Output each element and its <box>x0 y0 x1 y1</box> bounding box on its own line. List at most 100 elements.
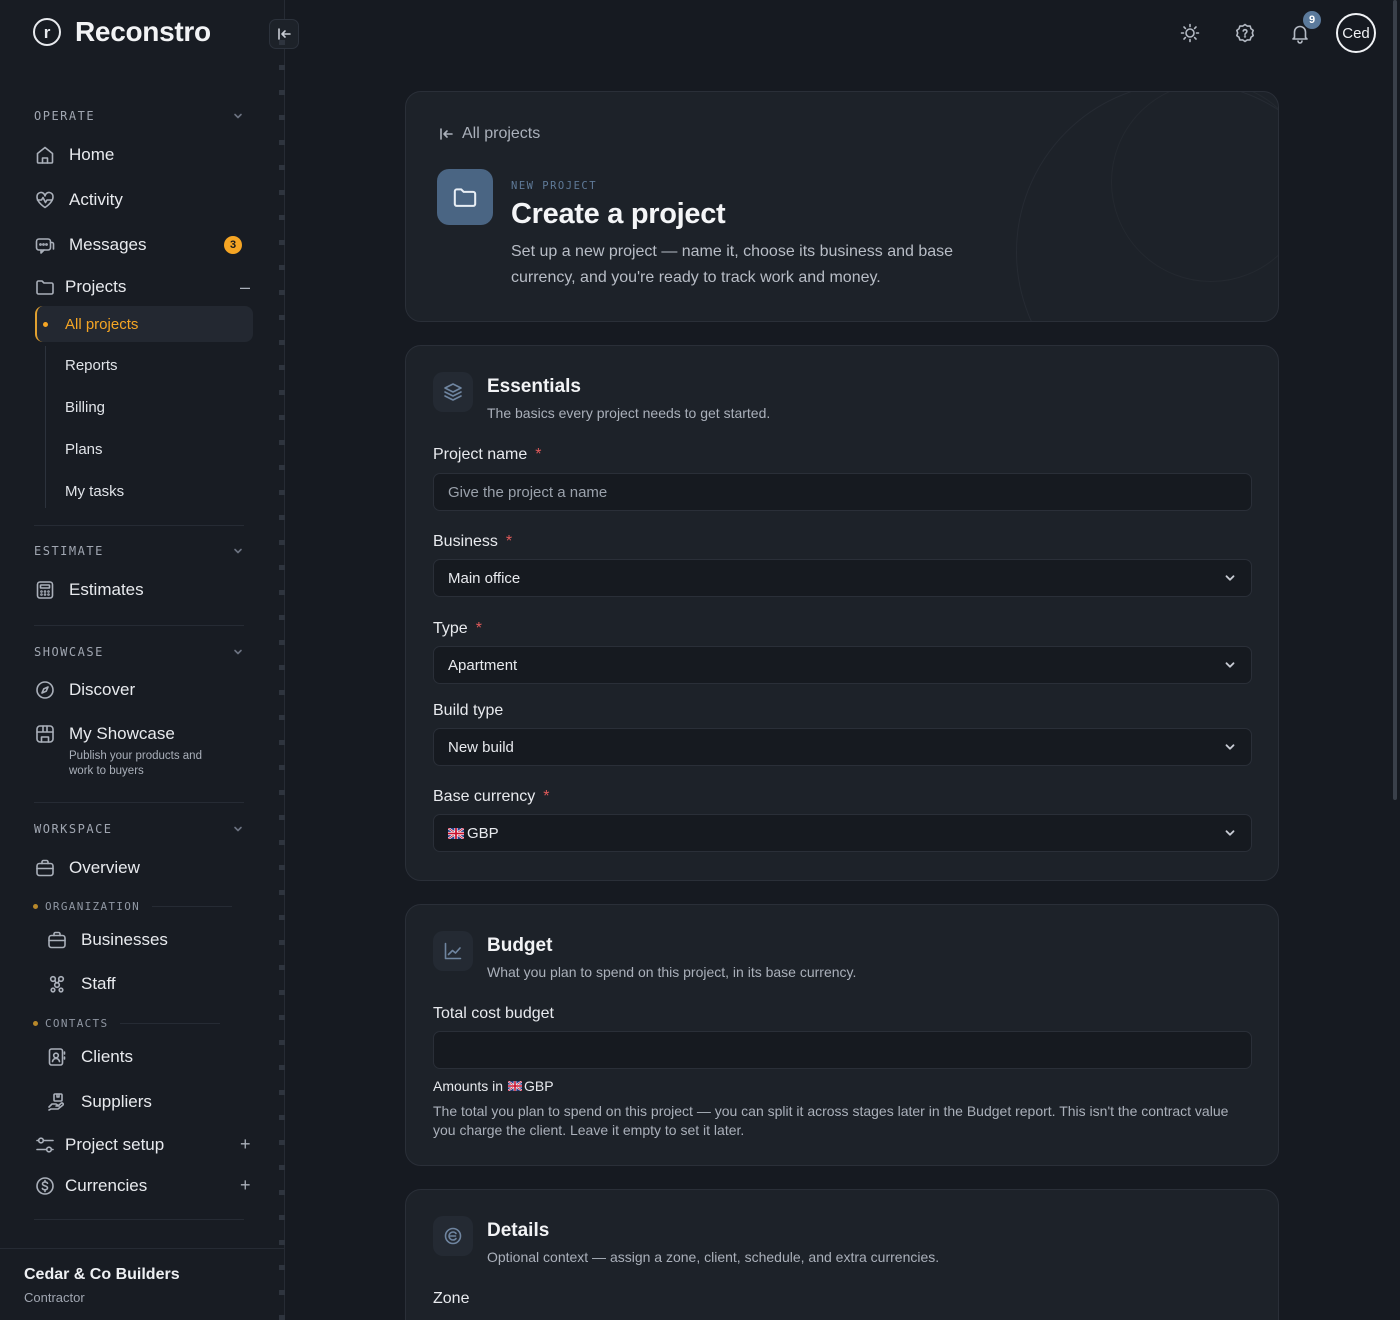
total-cost-budget-input[interactable] <box>448 1032 1251 1068</box>
base-currency-label-text: Base currency <box>433 788 536 805</box>
nav-plans[interactable]: Plans <box>65 441 103 458</box>
type-label-text: Type <box>433 620 468 637</box>
nav-billing[interactable]: Billing <box>65 399 105 416</box>
nav-staff-label: Staff <box>81 974 116 993</box>
nav-activity-label: Activity <box>69 190 123 209</box>
brand[interactable]: r Reconstro <box>33 16 211 48</box>
briefcase-icon <box>48 931 66 949</box>
required-marker: * <box>505 533 513 550</box>
settings-sliders-icon <box>36 1137 54 1153</box>
section-operate[interactable]: OPERATE <box>34 109 244 123</box>
chevron-down-icon <box>1225 830 1235 836</box>
nav-businesses[interactable]: Businesses <box>46 929 168 951</box>
group-dot <box>33 1021 38 1026</box>
business-select[interactable]: Main office <box>433 559 1252 597</box>
budget-title: Budget <box>487 935 553 956</box>
sidebar-resize-handle[interactable] <box>279 40 285 1320</box>
nav-reports[interactable]: Reports <box>65 357 118 374</box>
page-scrollbar[interactable] <box>1393 0 1397 800</box>
essentials-card: Essentials The basics every project need… <box>405 345 1279 881</box>
business-label: Business * <box>433 533 512 551</box>
projects-collapse-toggle[interactable]: – <box>240 277 250 298</box>
section-operate-label: OPERATE <box>34 109 96 123</box>
my-showcase-description: Publish your products and work to buyers <box>69 750 202 777</box>
section-showcase-label: SHOWCASE <box>34 645 104 659</box>
details-card: Details Optional context — assign a zone… <box>405 1189 1279 1320</box>
compass-icon <box>36 681 54 699</box>
divider <box>34 625 244 626</box>
required-marker: * <box>535 446 542 463</box>
type-select[interactable]: Apartment <box>433 646 1252 684</box>
back-to-all-projects-link[interactable]: All projects <box>438 125 540 143</box>
section-estimate-label: ESTIMATE <box>34 544 104 558</box>
currencies-expand-toggle[interactable]: + <box>240 1175 251 1196</box>
build-type-select[interactable]: New build <box>433 728 1252 766</box>
help-button[interactable] <box>1234 22 1256 44</box>
project-name-label-text: Project name <box>433 446 528 463</box>
layers-icon <box>433 372 473 412</box>
nav-estimates-label: Estimates <box>69 580 144 599</box>
required-marker: * <box>475 620 482 637</box>
nav-overview[interactable]: Overview <box>34 857 140 879</box>
sun-icon <box>1180 23 1200 43</box>
total-cost-budget-field[interactable] <box>433 1031 1252 1069</box>
nav-staff[interactable]: Staff <box>46 973 116 995</box>
contacts-group-label: CONTACTS <box>45 1017 109 1030</box>
project-name-input[interactable] <box>448 474 1251 510</box>
org-name: Cedar & Co Builders <box>24 1266 180 1283</box>
contact-card-icon <box>48 1048 66 1066</box>
notifications-count-badge: 9 <box>1303 11 1321 29</box>
nav-projects[interactable]: Projects <box>34 276 126 298</box>
divider <box>34 802 244 803</box>
details-title: Details <box>487 1220 550 1241</box>
section-workspace-label: WORKSPACE <box>34 822 113 836</box>
avatar[interactable]: Ced <box>1336 13 1376 53</box>
nav-project-setup[interactable]: Project setup <box>34 1134 164 1156</box>
messages-count-badge: 3 <box>224 236 242 254</box>
briefcase-icon <box>36 859 54 877</box>
nav-all-projects[interactable]: All projects <box>35 306 253 342</box>
project-setup-expand-toggle[interactable]: + <box>240 1134 251 1155</box>
back-arrow-icon <box>440 128 453 140</box>
folder-icon <box>453 188 477 207</box>
type-value: Apartment <box>448 656 518 674</box>
nav-estimates[interactable]: Estimates <box>34 579 144 601</box>
nav-discover[interactable]: Discover <box>34 679 135 701</box>
business-label-text: Business <box>433 533 498 550</box>
logo-icon: r <box>33 18 61 46</box>
nav-home[interactable]: Home <box>34 144 114 166</box>
base-currency-select[interactable]: GBP <box>433 814 1252 852</box>
page-title: Create a project <box>511 198 726 230</box>
nav-project-setup-label: Project setup <box>65 1135 165 1154</box>
nav-messages[interactable]: Messages <box>34 234 146 256</box>
nav-messages-label: Messages <box>69 235 147 254</box>
nav-clients[interactable]: Clients <box>46 1046 133 1068</box>
subnav-line <box>45 346 46 508</box>
nav-currencies-label: Currencies <box>65 1176 148 1195</box>
project-folder-icon <box>437 169 493 225</box>
section-estimate[interactable]: ESTIMATE <box>34 544 244 558</box>
section-workspace[interactable]: WORKSPACE <box>34 822 244 836</box>
org-role: Contractor <box>24 1290 85 1305</box>
back-link-label: All projects <box>462 125 541 142</box>
nav-currencies[interactable]: Currencies <box>34 1175 147 1197</box>
nav-suppliers-label: Suppliers <box>81 1092 152 1111</box>
chevron-down-icon <box>234 649 242 655</box>
nav-my-tasks[interactable]: My tasks <box>65 483 124 500</box>
budget-card: Budget What you plan to spend on this pr… <box>405 904 1279 1166</box>
details-swirl-icon <box>433 1216 473 1256</box>
sidebar: r Reconstro OPERATE Home Activity Messag… <box>0 0 299 1320</box>
org-switcher[interactable]: Cedar & Co Builders Contractor <box>0 1248 285 1320</box>
chevron-down-icon <box>234 826 242 832</box>
nav-suppliers[interactable]: Suppliers <box>46 1091 152 1113</box>
nav-my-showcase[interactable]: My Showcase <box>34 723 175 745</box>
organization-group-label: ORGANIZATION <box>45 900 141 913</box>
project-name-field[interactable] <box>433 473 1252 511</box>
theme-toggle-button[interactable] <box>1179 22 1201 44</box>
type-label: Type * <box>433 620 482 638</box>
nav-activity[interactable]: Activity <box>34 189 123 211</box>
build-type-value: New build <box>448 738 514 756</box>
section-showcase[interactable]: SHOWCASE <box>34 645 244 659</box>
divider <box>34 525 244 526</box>
budget-help-text: The total you plan to spend on this proj… <box>433 1103 1229 1138</box>
